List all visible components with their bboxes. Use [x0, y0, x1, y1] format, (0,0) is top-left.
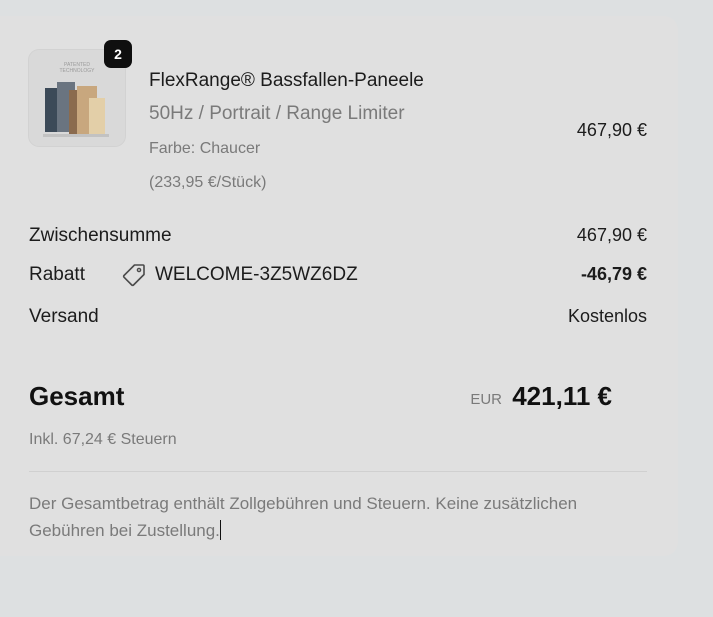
discount-row: Rabatt WELCOME-3Z5WZ6DZ -46,79 € [29, 264, 647, 292]
subtotal-value: 467,90 € [576, 225, 647, 245]
divider [29, 471, 647, 472]
discount-label: Rabatt [29, 264, 85, 285]
subtotal-label: Zwischensumme [29, 225, 172, 246]
tax-note: Inkl. 67,24 € Steuern [29, 431, 177, 448]
discount-code: WELCOME-3Z5WZ6DZ [155, 264, 358, 285]
text-cursor [219, 520, 221, 540]
total-value: 421,11 € [512, 381, 612, 411]
order-summary-panel: PATENTED TECHNOLOGY 2 FlexRange® Bassfal… [0, 16, 678, 556]
line-item: PATENTED TECHNOLOGY 2 FlexRange® Bassfal… [29, 40, 649, 200]
shipping-row: Versand Kostenlos [29, 306, 647, 334]
footer-note-text: Der Gesamtbetrag enthält Zollgebühren un… [29, 494, 578, 540]
subtotal-row: Zwischensumme 467,90 € [29, 225, 647, 253]
shipping-value: Kostenlos [567, 306, 647, 326]
quantity-badge: 2 [104, 40, 132, 68]
product-name: FlexRange® Bassfallen-Paneele [149, 70, 424, 91]
image-label-line2: TECHNOLOGY [59, 68, 95, 74]
product-unit-price: (233,95 €/Stück) [149, 174, 267, 191]
tag-icon [122, 264, 145, 287]
discount-value: -46,79 € [580, 264, 647, 284]
product-thumbnail: PATENTED TECHNOLOGY 2 [29, 40, 132, 146]
shipping-label: Versand [29, 306, 99, 327]
footer-note: Der Gesamtbetrag enthält Zollgebühren un… [29, 490, 629, 544]
product-price: 467,90 € [576, 120, 647, 140]
product-color: Farbe: Chaucer [149, 140, 261, 157]
total-label: Gesamt [29, 381, 125, 411]
product-variant: 50Hz / Portrait / Range Limiter [149, 103, 405, 124]
total-currency: EUR [470, 391, 502, 408]
